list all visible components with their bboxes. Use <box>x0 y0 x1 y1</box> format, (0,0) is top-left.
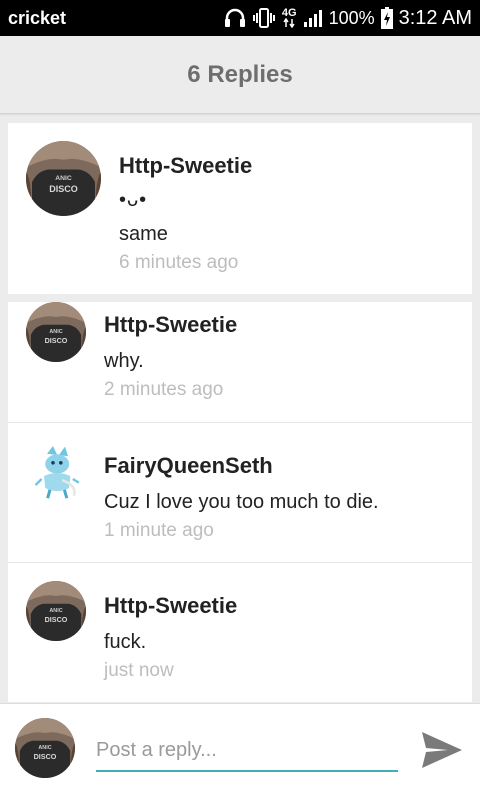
svg-text:ANIC: ANIC <box>55 175 72 182</box>
battery-charging-icon <box>380 7 393 29</box>
headphones-icon <box>224 8 245 27</box>
reply-item[interactable]: ANIC DISCO Http-Sweetie •ᴗ• same 6 minut… <box>8 123 472 294</box>
user-avatar-image <box>26 443 86 503</box>
reply-item[interactable]: ANIC DISCO Http-Sweetie why. 2 minutes a… <box>8 302 472 422</box>
user-avatar-image: ANIC DISCO <box>15 718 75 778</box>
svg-text:DISCO: DISCO <box>45 615 68 624</box>
reply-item[interactable]: ANIC DISCO Http-Sweetie fuck. just now <box>8 562 472 703</box>
avatar[interactable]: ANIC DISCO <box>26 581 86 641</box>
reply-timestamp: just now <box>104 660 174 681</box>
username[interactable]: Http-Sweetie <box>104 593 237 619</box>
status-bar: cricket 4G 100% 3:12 AM <box>0 0 480 36</box>
status-icons: 4G 100% 3:12 AM <box>224 7 472 30</box>
page-title: 6 Replies <box>187 60 293 88</box>
reply-message: why. <box>104 350 144 372</box>
reply-message: same <box>119 223 168 245</box>
reply-input[interactable] <box>96 730 398 772</box>
reply-timestamp: 1 minute ago <box>104 520 214 541</box>
reply-timestamp: 6 minutes ago <box>119 252 239 273</box>
svg-text:ANIC: ANIC <box>49 608 62 614</box>
reply-timestamp: 2 minutes ago <box>104 379 224 400</box>
avatar[interactable]: ANIC DISCO <box>26 302 86 362</box>
current-user-avatar: ANIC DISCO <box>15 718 75 778</box>
clock: 3:12 AM <box>398 6 472 29</box>
username[interactable]: FairyQueenSeth <box>104 453 273 479</box>
send-button[interactable] <box>418 726 466 774</box>
network-type: 4G <box>281 7 297 19</box>
svg-text:DISCO: DISCO <box>45 336 68 345</box>
reply-composer: ANIC DISCO <box>0 703 480 793</box>
network-arrows-icon <box>283 18 295 28</box>
carrier-name: cricket <box>8 7 67 28</box>
reply-card: ANIC DISCO Http-Sweetie •ᴗ• same 6 minut… <box>8 123 472 294</box>
avatar[interactable] <box>26 443 86 503</box>
vibrate-icon <box>252 8 275 28</box>
avatar[interactable]: ANIC DISCO <box>26 141 101 216</box>
battery-percent: 100% <box>328 7 375 28</box>
emoticon-text: •ᴗ• <box>119 189 148 211</box>
svg-text:DISCO: DISCO <box>34 752 57 761</box>
svg-text:ANIC: ANIC <box>38 745 51 751</box>
reply-message: fuck. <box>104 631 147 653</box>
svg-text:DISCO: DISCO <box>49 184 78 194</box>
signal-icon <box>303 10 322 27</box>
username[interactable]: Http-Sweetie <box>119 153 252 179</box>
username[interactable]: Http-Sweetie <box>104 312 237 338</box>
reply-item[interactable]: FairyQueenSeth Cuz I love you too much t… <box>8 422 472 563</box>
send-icon <box>422 732 462 768</box>
reply-list: ANIC DISCO Http-Sweetie why. 2 minutes a… <box>8 302 472 702</box>
reply-message: Cuz I love you too much to die. <box>104 491 379 513</box>
page-header: 6 Replies <box>0 36 480 114</box>
user-avatar-image: ANIC DISCO <box>26 302 86 362</box>
user-avatar-image: ANIC DISCO <box>26 141 101 216</box>
user-avatar-image: ANIC DISCO <box>26 581 86 641</box>
svg-text:ANIC: ANIC <box>49 329 62 335</box>
network-indicator: 4G <box>282 8 297 28</box>
